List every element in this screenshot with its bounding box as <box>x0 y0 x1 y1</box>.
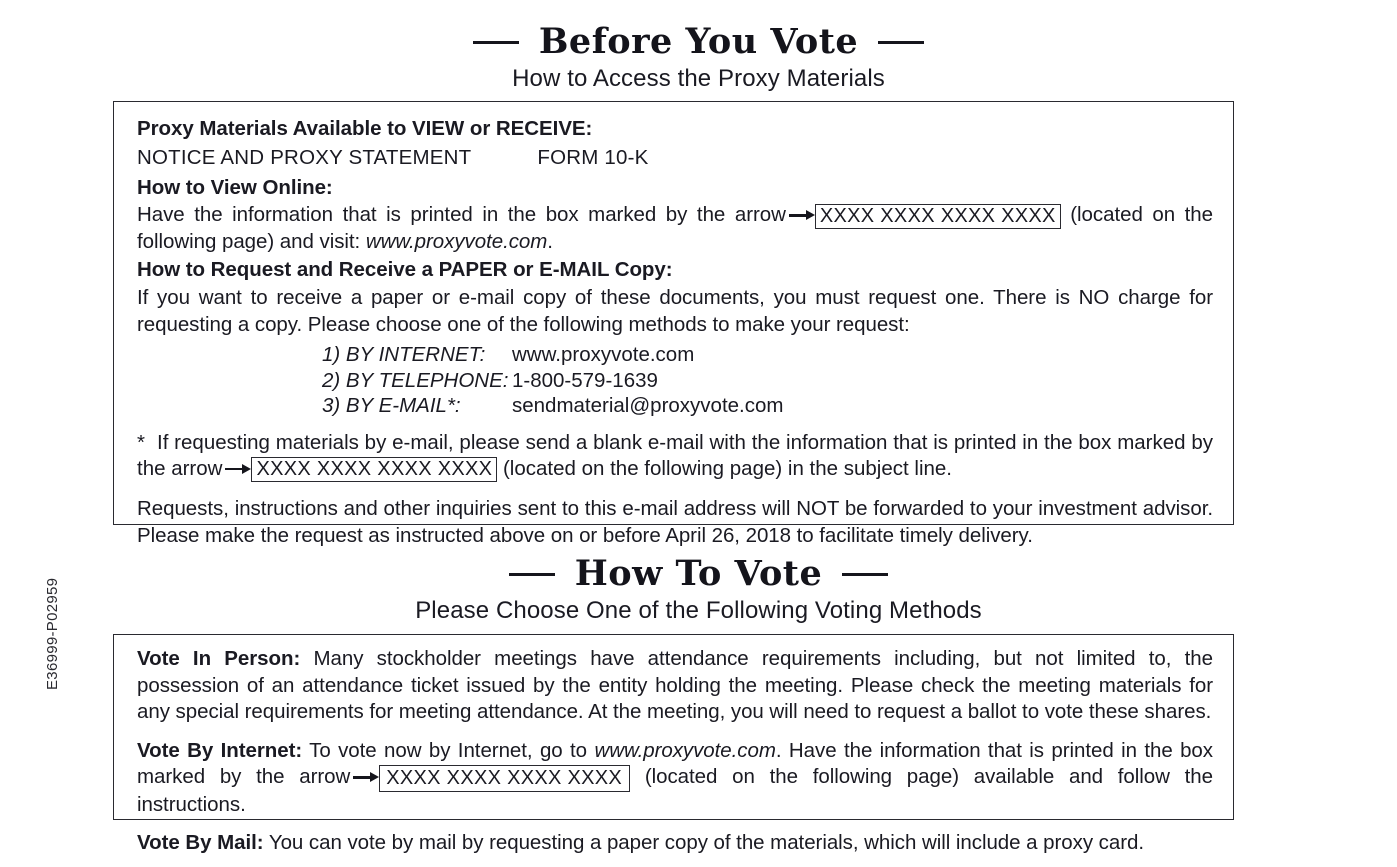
method-email: 3) BY E-MAIL*: sendmaterial@proxyvote.co… <box>137 393 1213 419</box>
vote-by-internet-text-before: To vote now by Internet, go to <box>309 738 588 762</box>
email-footnote: * If requesting materials by e-mail, plea… <box>137 430 1213 482</box>
available-item-notice: NOTICE AND PROXY STATEMENT <box>137 146 472 169</box>
request-heading: How to Request and Receive a PAPER or E-… <box>137 258 673 281</box>
section-one-title: Before You Vote <box>538 21 859 62</box>
method-telephone: 2) BY TELEPHONE: 1-800-579-1639 <box>137 368 1213 394</box>
control-number-group-view: XXXX XXXX XXXX XXXX <box>786 203 1061 229</box>
view-online-text-before: Have the information that is printed in … <box>137 203 786 226</box>
section-two-subtitle: Please Choose One of the Following Votin… <box>415 596 982 624</box>
vote-by-mail-text: You can vote by mail by requesting a pap… <box>268 831 1144 854</box>
vote-by-mail-label: Vote By Mail: <box>137 831 264 854</box>
closing-paragraph: Requests, instructions and other inquiri… <box>137 497 1213 547</box>
request-methods-list: 1) BY INTERNET: www.proxyvote.com 2) BY … <box>137 342 1213 419</box>
how-to-vote-title-row: How To Vote <box>0 553 1397 594</box>
footnote-asterisk: * <box>137 430 145 454</box>
method-telephone-label: 2) BY TELEPHONE: <box>322 368 509 392</box>
method-internet-value[interactable]: www.proxyvote.com <box>512 342 694 368</box>
how-to-vote-panel: Vote In Person: Many stockholder meeting… <box>113 634 1234 854</box>
title-rule-right-icon <box>842 572 889 576</box>
method-telephone-value[interactable]: 1-800-579-1639 <box>512 368 658 394</box>
vote-by-internet-label: Vote By Internet: <box>137 738 303 762</box>
arrow-right-icon <box>353 772 380 783</box>
vote-by-internet-paragraph: Vote By Internet: To vote now by Interne… <box>137 738 1213 819</box>
control-number-group-vote: XXXX XXXX XXXX XXXX <box>350 764 631 792</box>
vote-by-mail-paragraph: Vote By Mail: You can vote by mail by re… <box>137 830 1213 857</box>
section-two-title: How To Vote <box>574 553 823 594</box>
available-heading: Proxy Materials Available to VIEW or REC… <box>137 117 593 140</box>
available-items-row: NOTICE AND PROXY STATEMENT FORM 10-K <box>137 143 1213 173</box>
vote-in-person-label: Vote In Person: <box>137 647 301 670</box>
method-internet-label: 1) BY INTERNET: <box>322 343 486 366</box>
method-email-label: 3) BY E-MAIL*: <box>322 394 461 417</box>
title-rule-right-icon <box>878 40 925 44</box>
view-online-url[interactable]: www.proxyvote.com <box>366 230 547 253</box>
title-rule-left-icon <box>472 40 519 44</box>
control-number-box-vote: XXXX XXXX XXXX XXXX <box>379 764 631 792</box>
request-paragraph: If you want to receive a paper or e-mail… <box>137 286 1213 336</box>
view-online-heading: How to View Online: <box>137 176 333 199</box>
control-number-box-footnote: XXXX XXXX XXXX XXXX <box>251 457 498 482</box>
proxy-materials-panel: Proxy Materials Available to VIEW or REC… <box>113 101 1234 547</box>
title-rule-left-icon <box>508 572 555 576</box>
arrow-right-icon <box>225 463 252 475</box>
section-one-subtitle: How to Access the Proxy Materials <box>512 64 885 92</box>
method-email-value[interactable]: sendmaterial@proxyvote.com <box>512 393 783 419</box>
view-online-period: . <box>547 229 553 253</box>
footnote-text-after: (located on the following page) in the s… <box>502 456 952 480</box>
vote-in-person-paragraph: Vote In Person: Many stockholder meeting… <box>137 646 1213 726</box>
control-number-group-footnote: XXXX XXXX XXXX XXXX <box>222 457 498 482</box>
arrow-right-icon <box>788 210 815 221</box>
before-you-vote-title-row: Before You Vote <box>0 21 1397 62</box>
vote-by-internet-url[interactable]: www.proxyvote.com <box>594 739 775 762</box>
section-two-heading: How To Vote Please Choose One of the Fol… <box>0 553 1397 625</box>
control-number-box-view: XXXX XXXX XXXX XXXX <box>814 203 1061 229</box>
method-internet: 1) BY INTERNET: www.proxyvote.com <box>137 342 1213 368</box>
available-item-form10k: FORM 10-K <box>537 146 649 169</box>
view-online-paragraph: Have the information that is printed in … <box>137 202 1213 255</box>
section-one-heading: Before You Vote How to Access the Proxy … <box>0 21 1397 93</box>
